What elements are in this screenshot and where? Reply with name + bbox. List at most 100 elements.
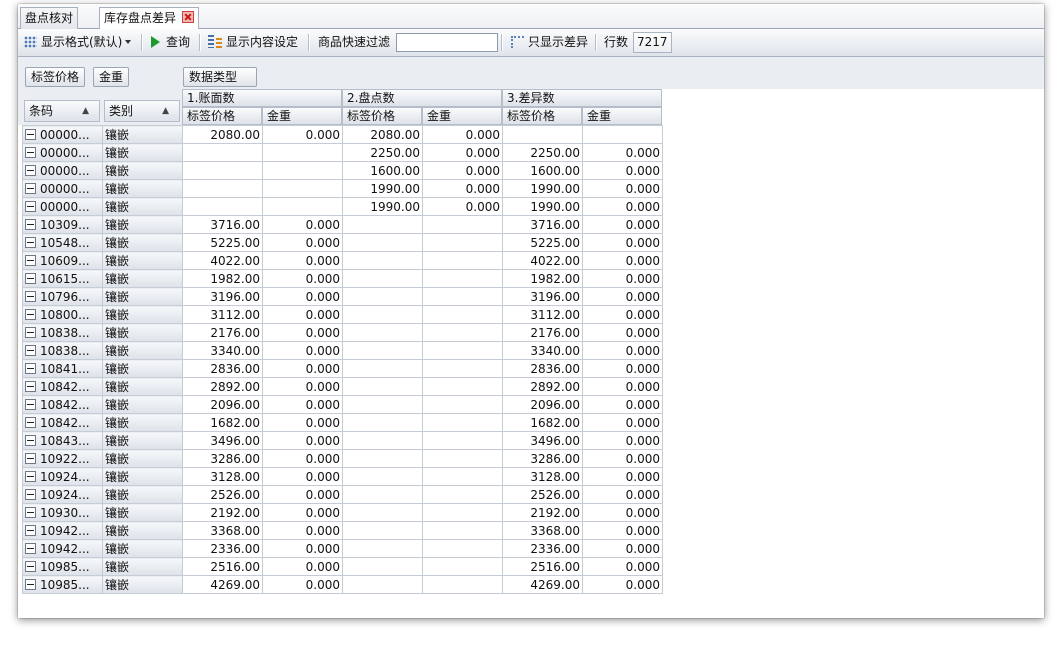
cell-counted-gold-weight[interactable] — [422, 215, 503, 234]
row-header-barcode-cell[interactable]: 10609... — [22, 251, 103, 270]
row-header-category-cell[interactable]: 镶嵌 — [102, 467, 183, 486]
row-header-category-cell[interactable]: 镶嵌 — [102, 395, 183, 414]
row-header-category-cell[interactable]: 镶嵌 — [102, 413, 183, 432]
cell-book-tag-price[interactable] — [182, 197, 263, 216]
cell-counted-tag-price[interactable] — [342, 233, 423, 252]
row-header-category-cell[interactable]: 镶嵌 — [102, 539, 183, 558]
table-row[interactable]: 10609... 镶嵌 4022.00 0.000 4022.00 0.000 — [22, 251, 663, 270]
cell-book-tag-price[interactable]: 1982.00 — [182, 269, 263, 288]
cell-counted-gold-weight[interactable] — [422, 269, 503, 288]
cell-book-gold-weight[interactable]: 0.000 — [262, 359, 343, 378]
cell-diff-tag-price[interactable] — [502, 125, 583, 144]
row-header-barcode-cell[interactable]: 10843... — [22, 431, 103, 450]
cell-diff-gold-weight[interactable]: 0.000 — [582, 521, 663, 540]
collapse-icon[interactable] — [25, 362, 36, 374]
row-header-barcode-cell[interactable]: 10841... — [22, 359, 103, 378]
cell-diff-gold-weight[interactable]: 0.000 — [582, 557, 663, 576]
cell-counted-tag-price[interactable] — [342, 341, 423, 360]
table-row[interactable]: 10615... 镶嵌 1982.00 0.000 1982.00 0.000 — [22, 269, 663, 288]
cell-counted-gold-weight[interactable]: 0.000 — [422, 125, 503, 144]
row-header-category-cell[interactable]: 镶嵌 — [102, 377, 183, 396]
row-header-category-cell[interactable]: 镶嵌 — [102, 449, 183, 468]
cell-counted-gold-weight[interactable]: 0.000 — [422, 179, 503, 198]
table-row[interactable]: 00000... 镶嵌 1990.00 0.000 1990.00 0.000 — [22, 179, 663, 198]
row-header-category-cell[interactable]: 镶嵌 — [102, 557, 183, 576]
collapse-icon[interactable] — [25, 452, 36, 464]
tab-inventory-difference[interactable]: 库存盘点差异 — [99, 7, 200, 30]
cell-diff-tag-price[interactable]: 1990.00 — [502, 179, 583, 198]
cell-counted-tag-price[interactable]: 2080.00 — [342, 125, 423, 144]
row-header-category-cell[interactable]: 镶嵌 — [102, 485, 183, 504]
table-row[interactable]: 10924... 镶嵌 3128.00 0.000 3128.00 0.000 — [22, 467, 663, 486]
column-header-gold-weight[interactable]: 金重 — [422, 107, 502, 125]
cell-diff-tag-price[interactable]: 3112.00 — [502, 305, 583, 324]
row-header-category-cell[interactable]: 镶嵌 — [102, 161, 183, 180]
column-header-tag-price[interactable]: 标签价格 — [182, 107, 262, 125]
collapse-icon[interactable] — [25, 416, 36, 428]
row-header-category-cell[interactable]: 镶嵌 — [102, 287, 183, 306]
tab-inventory-check[interactable]: 盘点核对 — [20, 7, 79, 29]
cell-diff-tag-price[interactable]: 3716.00 — [502, 215, 583, 234]
cell-counted-tag-price[interactable] — [342, 485, 423, 504]
cell-book-gold-weight[interactable]: 0.000 — [262, 215, 343, 234]
collapse-icon[interactable] — [25, 290, 36, 302]
cell-book-tag-price[interactable]: 2836.00 — [182, 359, 263, 378]
cell-counted-gold-weight[interactable] — [422, 287, 503, 306]
cell-book-tag-price[interactable]: 3128.00 — [182, 467, 263, 486]
row-header-barcode-cell[interactable]: 10942... — [22, 539, 103, 558]
table-row[interactable]: 10942... 镶嵌 3368.00 0.000 3368.00 0.000 — [22, 521, 663, 540]
cell-book-gold-weight[interactable]: 0.000 — [262, 575, 343, 594]
cell-book-tag-price[interactable]: 2526.00 — [182, 485, 263, 504]
cell-diff-gold-weight[interactable]: 0.000 — [582, 269, 663, 288]
collapse-icon[interactable] — [25, 506, 36, 518]
query-button[interactable]: 查询 — [151, 29, 190, 56]
cell-diff-tag-price[interactable]: 3368.00 — [502, 521, 583, 540]
cell-book-gold-weight[interactable]: 0.000 — [262, 503, 343, 522]
cell-diff-gold-weight[interactable]: 0.000 — [582, 413, 663, 432]
row-header-category-cell[interactable]: 镶嵌 — [102, 197, 183, 216]
cell-diff-tag-price[interactable]: 2336.00 — [502, 539, 583, 558]
cell-diff-tag-price[interactable]: 2176.00 — [502, 323, 583, 342]
row-header-barcode-cell[interactable]: 10985... — [22, 575, 103, 594]
cell-diff-gold-weight[interactable]: 0.000 — [582, 233, 663, 252]
cell-diff-gold-weight[interactable]: 0.000 — [582, 575, 663, 594]
collapse-icon[interactable] — [25, 128, 36, 140]
row-header-barcode-cell[interactable]: 10309... — [22, 215, 103, 234]
cell-counted-gold-weight[interactable] — [422, 233, 503, 252]
cell-diff-tag-price[interactable]: 2250.00 — [502, 143, 583, 162]
row-header-barcode-cell[interactable]: 10924... — [22, 467, 103, 486]
cell-counted-tag-price[interactable]: 1990.00 — [342, 197, 423, 216]
cell-book-gold-weight[interactable]: 0.000 — [262, 431, 343, 450]
cell-counted-tag-price[interactable] — [342, 323, 423, 342]
cell-book-gold-weight[interactable] — [262, 161, 343, 180]
display-settings-button[interactable]: 显示内容设定 — [208, 29, 298, 56]
cell-book-gold-weight[interactable]: 0.000 — [262, 287, 343, 306]
collapse-icon[interactable] — [25, 398, 36, 410]
field-button-tag-price[interactable]: 标签价格 — [25, 67, 86, 87]
cell-book-tag-price[interactable]: 3340.00 — [182, 341, 263, 360]
table-row[interactable]: 10930... 镶嵌 2192.00 0.000 2192.00 0.000 — [22, 503, 663, 522]
cell-book-gold-weight[interactable]: 0.000 — [262, 485, 343, 504]
row-header-category-cell[interactable]: 镶嵌 — [102, 359, 183, 378]
cell-counted-tag-price[interactable] — [342, 413, 423, 432]
row-header-category-cell[interactable]: 镶嵌 — [102, 179, 183, 198]
cell-book-tag-price[interactable]: 3196.00 — [182, 287, 263, 306]
cell-diff-tag-price[interactable]: 2516.00 — [502, 557, 583, 576]
row-header-category-cell[interactable]: 镶嵌 — [102, 575, 183, 594]
cell-counted-gold-weight[interactable] — [422, 305, 503, 324]
row-header-category-cell[interactable]: 镶嵌 — [102, 233, 183, 252]
cell-diff-gold-weight[interactable]: 0.000 — [582, 323, 663, 342]
cell-counted-gold-weight[interactable]: 0.000 — [422, 161, 503, 180]
cell-counted-tag-price[interactable]: 1990.00 — [342, 179, 423, 198]
cell-counted-gold-weight[interactable] — [422, 467, 503, 486]
cell-book-tag-price[interactable]: 3286.00 — [182, 449, 263, 468]
table-row[interactable]: 10309... 镶嵌 3716.00 0.000 3716.00 0.000 — [22, 215, 663, 234]
collapse-icon[interactable] — [25, 272, 36, 284]
collapse-icon[interactable] — [25, 164, 36, 176]
cell-book-gold-weight[interactable]: 0.000 — [262, 557, 343, 576]
collapse-icon[interactable] — [25, 308, 36, 320]
row-header-barcode-cell[interactable]: 10838... — [22, 323, 103, 342]
row-header-barcode-cell[interactable]: 00000... — [22, 161, 103, 180]
collapse-icon[interactable] — [25, 236, 36, 248]
cell-book-tag-price[interactable] — [182, 143, 263, 162]
